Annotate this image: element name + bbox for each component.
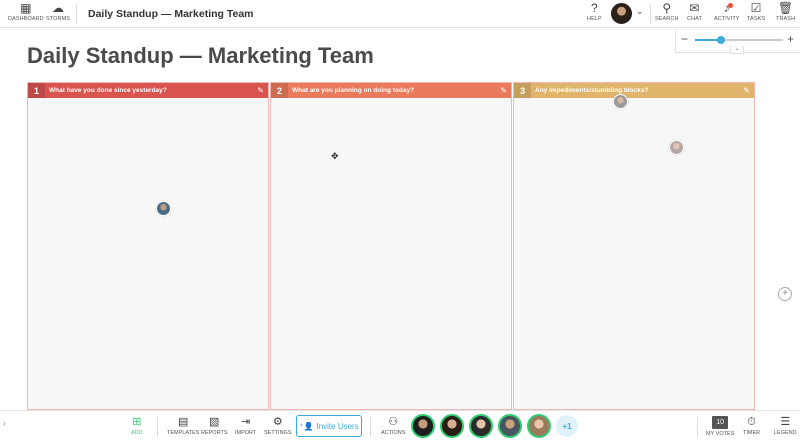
- zoom-in-button[interactable]: +: [787, 32, 794, 46]
- edit-icon[interactable]: ✎: [743, 86, 750, 95]
- stopwatch-icon: ⏱: [747, 416, 756, 428]
- board-title: Daily Standup — Marketing Team: [88, 8, 254, 20]
- collaborator-cursor-avatar: [156, 201, 171, 216]
- user-avatar[interactable]: [611, 3, 632, 24]
- import-button[interactable]: ⇥ IMPORT: [235, 416, 256, 436]
- divider: [650, 4, 651, 24]
- grid-icon: ▦: [20, 1, 32, 15]
- column-question: Any impediments/stumbling blocks?: [535, 87, 649, 94]
- member-avatar[interactable]: [411, 414, 435, 438]
- settings-button[interactable]: ⚙ SETTINGS: [264, 416, 292, 436]
- document-icon: ▧: [209, 416, 220, 428]
- board-columns: 1 What have you done since yesterday? ✎ …: [27, 82, 755, 410]
- my-votes-button[interactable]: 10 MY VOTES: [706, 416, 734, 437]
- templates-button[interactable]: ▤ TEMPLATES: [167, 416, 199, 436]
- votes-count: 10: [712, 416, 729, 429]
- zoom-panel-toggle[interactable]: ⌄: [730, 46, 744, 54]
- zoom-slider-handle[interactable]: [717, 36, 726, 44]
- column-3[interactable]: 3 Any impediments/stumbling blocks? ✎: [513, 82, 755, 410]
- column-2[interactable]: 2 What are you planning on doing today? …: [270, 82, 512, 410]
- storms-button[interactable]: ☁ STORMS: [46, 1, 70, 23]
- dashboard-button[interactable]: ▦ DASHBOARD: [8, 1, 44, 23]
- search-button[interactable]: ⚲ SEARCH: [655, 1, 679, 23]
- reports-button[interactable]: ▧ REPORTS: [201, 416, 228, 436]
- help-button[interactable]: ? HELP: [587, 1, 602, 23]
- chevron-down-icon[interactable]: ⌄: [636, 6, 644, 17]
- search-icon: ⚲: [662, 1, 672, 15]
- column-question: What are you planning on doing today?: [292, 87, 415, 94]
- activity-button[interactable]: ♪ ACTIVITY: [714, 2, 740, 23]
- import-icon: ⇥: [241, 416, 251, 428]
- page-title: Daily Standup — Marketing Team: [27, 43, 374, 68]
- edit-icon[interactable]: ✎: [257, 86, 264, 95]
- divider: [370, 417, 371, 437]
- collaborator-cursor-avatar: [669, 140, 684, 155]
- list-icon: ☰: [780, 416, 791, 428]
- edit-icon[interactable]: ✎: [500, 86, 507, 95]
- invite-users-button[interactable]: ⁺👤 Invite Users: [296, 415, 362, 437]
- column-header: 3 Any impediments/stumbling blocks? ✎: [514, 83, 754, 98]
- tasks-button[interactable]: ☑ TASKS: [747, 1, 765, 23]
- collaborator-cursor-avatar: [613, 94, 628, 109]
- zoom-out-button[interactable]: −: [681, 32, 688, 46]
- timer-button[interactable]: ⏱ TIMER: [743, 416, 760, 436]
- column-question: What have you done since yesterday?: [49, 87, 167, 94]
- gear-icon: ⚙: [272, 416, 283, 428]
- more-members-badge[interactable]: +1: [556, 415, 578, 437]
- add-button[interactable]: ⊞ ADD: [131, 416, 143, 436]
- chat-icon: ✉: [689, 1, 700, 15]
- help-icon: ?: [591, 1, 598, 15]
- column-number: 2: [271, 83, 288, 98]
- legend-button[interactable]: ☰ LEGEND: [774, 416, 797, 436]
- templates-icon: ▤: [177, 416, 189, 428]
- trash-icon: 🗑: [777, 1, 794, 15]
- add-user-icon: ⁺👤: [299, 421, 314, 431]
- add-column-button[interactable]: +: [778, 287, 792, 301]
- member-avatar[interactable]: [498, 414, 522, 438]
- cloud-icon: ☁: [51, 1, 65, 15]
- zoom-slider[interactable]: [695, 36, 783, 44]
- chevron-right-icon[interactable]: ›: [3, 419, 6, 428]
- member-avatar[interactable]: [469, 414, 493, 438]
- top-toolbar: ▦ DASHBOARD ☁ STORMS Daily Standup — Mar…: [0, 0, 800, 28]
- add-note-icon: ⊞: [132, 416, 142, 428]
- divider: [157, 417, 158, 437]
- bottom-toolbar: ⊞ ADD ▤ TEMPLATES ▧ REPORTS ⇥ IMPORT ⚙ S…: [0, 410, 800, 442]
- chat-button[interactable]: ✉ CHAT: [687, 1, 702, 23]
- move-cursor-icon: ✥: [331, 151, 339, 161]
- column-header: 2 What are you planning on doing today? …: [271, 83, 511, 98]
- column-number: 3: [514, 83, 531, 98]
- trash-button[interactable]: 🗑 TRASH: [776, 1, 795, 23]
- column-number: 1: [28, 83, 45, 98]
- column-1[interactable]: 1 What have you done since yesterday? ✎: [27, 82, 269, 410]
- column-header: 1 What have you done since yesterday? ✎: [28, 83, 268, 98]
- divider: [76, 4, 77, 24]
- users-icon: ⚇: [388, 416, 399, 428]
- member-avatar[interactable]: [527, 414, 551, 438]
- member-avatar[interactable]: [440, 414, 464, 438]
- notification-badge: [728, 3, 733, 8]
- calendar-check-icon: ☑: [750, 1, 762, 15]
- actions-button[interactable]: ⚇ ACTIONS: [381, 416, 405, 436]
- divider: [697, 417, 698, 437]
- zoom-panel: − + ⌄: [675, 29, 800, 54]
